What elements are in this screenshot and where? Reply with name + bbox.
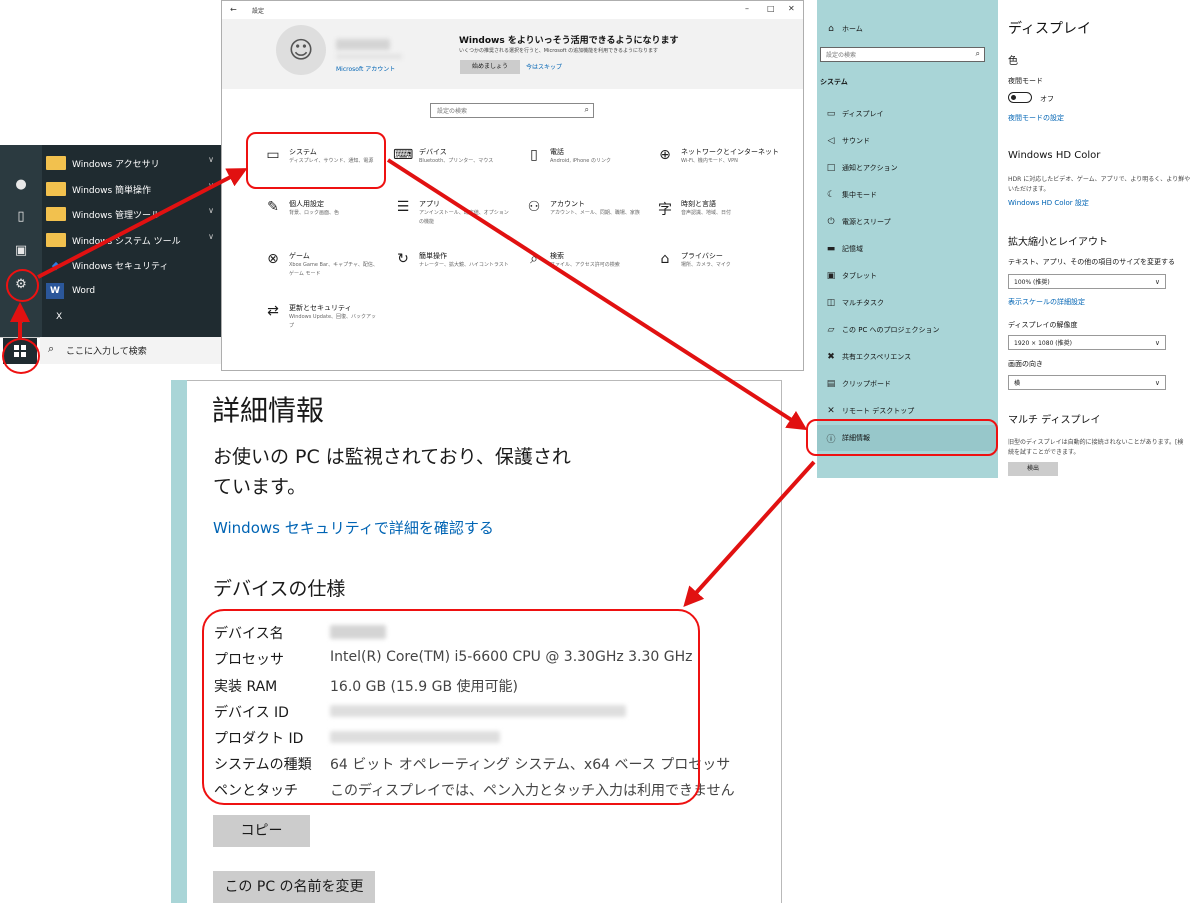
arrow-gear-to-system [37,168,248,279]
annotation-arrows [9,158,816,607]
arrow-system-to-about [386,158,808,431]
arrow-about-to-specs [683,460,816,607]
